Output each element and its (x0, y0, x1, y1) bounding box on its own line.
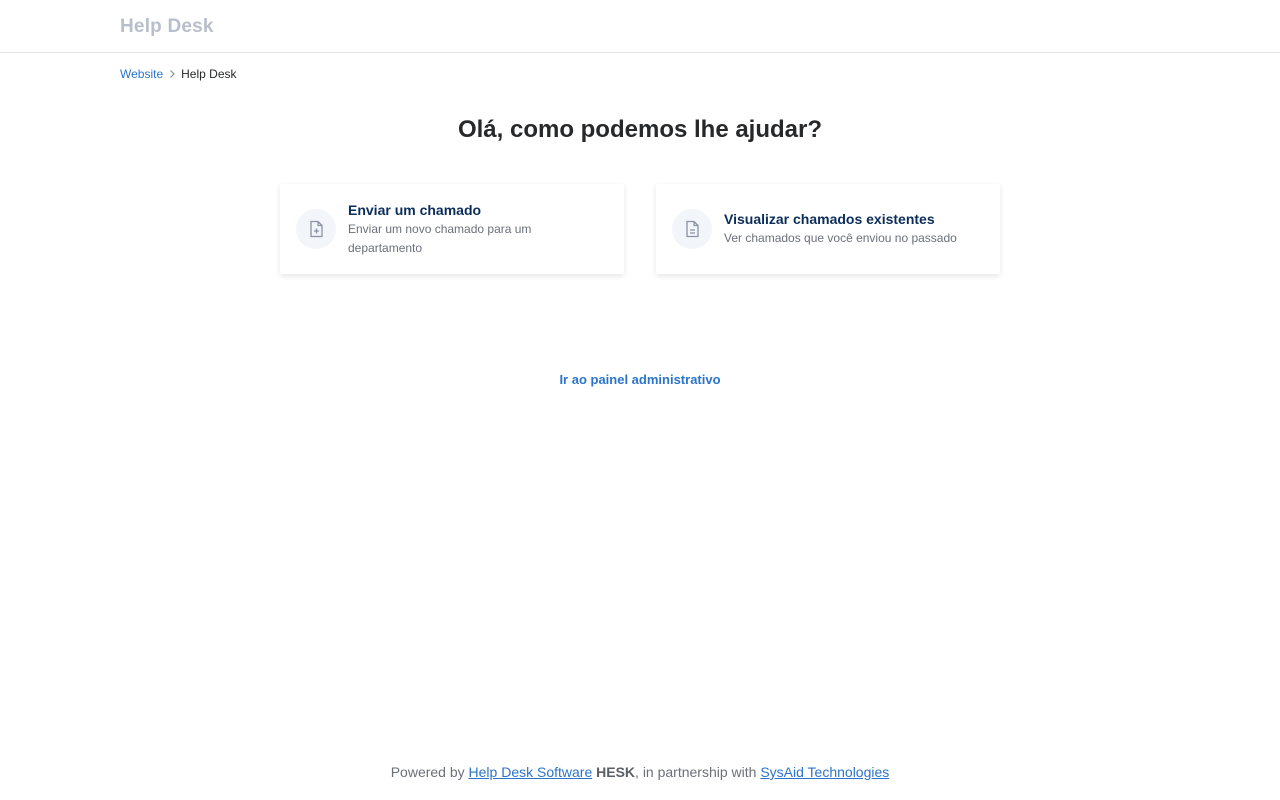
card-text: Enviar um chamado Enviar um novo chamado… (348, 201, 531, 258)
card-text: Visualizar chamados existentes Ver chama… (724, 210, 957, 248)
card-title: Enviar um chamado (348, 201, 482, 218)
card-title: Visualizar chamados existentes (724, 211, 935, 227)
submit-ticket-card[interactable]: Enviar um chamado Enviar um novo chamado… (280, 184, 624, 274)
top-bar: Help Desk (0, 0, 1280, 53)
card-description: Ver chamados que você enviou no passado (724, 231, 957, 245)
card-description: Enviar um novo chamado para um departame… (348, 220, 531, 258)
help-desk-software-link[interactable]: Help Desk Software (469, 764, 593, 780)
admin-panel-link[interactable]: Ir ao painel administrativo (559, 372, 720, 387)
card-description-line: departamento (348, 240, 423, 255)
chevron-right-icon (170, 70, 175, 78)
footer-prefix: Powered by (390, 764, 465, 780)
view-tickets-card[interactable]: Visualizar chamados existentes Ver chama… (656, 184, 1000, 274)
footer-middle: , in partnership with (635, 764, 757, 780)
footer-brand: HESK (596, 764, 636, 780)
sysaid-link[interactable]: SysAid Technologies (760, 764, 889, 780)
breadcrumb-link-website[interactable]: Website (120, 67, 163, 81)
admin-link-container: Ir ao painel administrativo (0, 372, 1280, 387)
file-plus-icon (296, 209, 336, 249)
breadcrumb: Website Help Desk (120, 67, 237, 81)
page-title: Olá, como podemos lhe ajudar? (457, 116, 823, 143)
card-description-line: Enviar um novo chamado para um (348, 221, 532, 236)
logo[interactable]: Help Desk (120, 16, 214, 38)
footer: Powered by Help Desk Software HESK, in p… (0, 764, 1280, 780)
file-text-icon (672, 209, 712, 249)
breadcrumb-current: Help Desk (181, 67, 237, 81)
